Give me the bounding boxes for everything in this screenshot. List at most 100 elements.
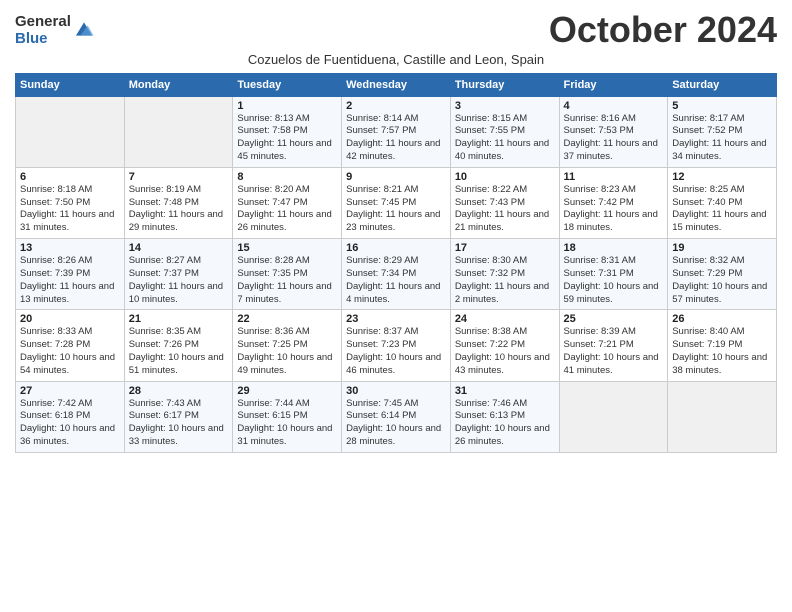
day-info: Sunrise: 8:20 AM Sunset: 7:47 PM Dayligh…	[237, 184, 337, 235]
day-info: Sunrise: 8:16 AM Sunset: 7:53 PM Dayligh…	[564, 113, 664, 164]
day-number: 26	[672, 313, 772, 325]
subtitle: Cozuelos de Fuentiduena, Castille and Le…	[15, 52, 777, 67]
col-wednesday: Wednesday	[342, 73, 451, 96]
logo-blue: Blue	[15, 31, 71, 48]
day-number: 11	[564, 171, 664, 183]
calendar-cell: 31Sunrise: 7:46 AM Sunset: 6:13 PM Dayli…	[450, 381, 559, 452]
calendar-cell: 7Sunrise: 8:19 AM Sunset: 7:48 PM Daylig…	[124, 167, 233, 238]
calendar-cell: 21Sunrise: 8:35 AM Sunset: 7:26 PM Dayli…	[124, 310, 233, 381]
calendar-cell: 15Sunrise: 8:28 AM Sunset: 7:35 PM Dayli…	[233, 239, 342, 310]
day-number: 15	[237, 242, 337, 254]
calendar-week-row: 1Sunrise: 8:13 AM Sunset: 7:58 PM Daylig…	[16, 96, 777, 167]
col-saturday: Saturday	[668, 73, 777, 96]
day-number: 10	[455, 171, 555, 183]
day-info: Sunrise: 8:27 AM Sunset: 7:37 PM Dayligh…	[129, 255, 229, 306]
day-number: 6	[20, 171, 120, 183]
calendar-cell	[16, 96, 125, 167]
calendar-cell: 4Sunrise: 8:16 AM Sunset: 7:53 PM Daylig…	[559, 96, 668, 167]
day-number: 4	[564, 100, 664, 112]
col-sunday: Sunday	[16, 73, 125, 96]
day-number: 17	[455, 242, 555, 254]
calendar-cell: 3Sunrise: 8:15 AM Sunset: 7:55 PM Daylig…	[450, 96, 559, 167]
calendar-cell: 25Sunrise: 8:39 AM Sunset: 7:21 PM Dayli…	[559, 310, 668, 381]
calendar-week-row: 6Sunrise: 8:18 AM Sunset: 7:50 PM Daylig…	[16, 167, 777, 238]
page: General Blue October 2024 Cozuelos de Fu…	[0, 0, 792, 612]
day-number: 29	[237, 385, 337, 397]
calendar-cell: 13Sunrise: 8:26 AM Sunset: 7:39 PM Dayli…	[16, 239, 125, 310]
calendar-cell: 22Sunrise: 8:36 AM Sunset: 7:25 PM Dayli…	[233, 310, 342, 381]
calendar-cell: 11Sunrise: 8:23 AM Sunset: 7:42 PM Dayli…	[559, 167, 668, 238]
day-info: Sunrise: 8:17 AM Sunset: 7:52 PM Dayligh…	[672, 113, 772, 164]
day-info: Sunrise: 8:13 AM Sunset: 7:58 PM Dayligh…	[237, 113, 337, 164]
calendar-cell: 23Sunrise: 8:37 AM Sunset: 7:23 PM Dayli…	[342, 310, 451, 381]
day-number: 21	[129, 313, 229, 325]
calendar-cell	[559, 381, 668, 452]
logo: General Blue	[15, 14, 95, 47]
day-number: 9	[346, 171, 446, 183]
day-info: Sunrise: 8:36 AM Sunset: 7:25 PM Dayligh…	[237, 326, 337, 377]
calendar-week-row: 13Sunrise: 8:26 AM Sunset: 7:39 PM Dayli…	[16, 239, 777, 310]
calendar-table: Sunday Monday Tuesday Wednesday Thursday…	[15, 73, 777, 453]
day-number: 3	[455, 100, 555, 112]
logo-general: General	[15, 14, 71, 31]
day-number: 23	[346, 313, 446, 325]
month-title: October 2024	[549, 10, 777, 50]
calendar-cell: 18Sunrise: 8:31 AM Sunset: 7:31 PM Dayli…	[559, 239, 668, 310]
calendar-cell: 1Sunrise: 8:13 AM Sunset: 7:58 PM Daylig…	[233, 96, 342, 167]
calendar-cell: 8Sunrise: 8:20 AM Sunset: 7:47 PM Daylig…	[233, 167, 342, 238]
day-number: 24	[455, 313, 555, 325]
calendar-cell: 6Sunrise: 8:18 AM Sunset: 7:50 PM Daylig…	[16, 167, 125, 238]
day-number: 7	[129, 171, 229, 183]
calendar-cell: 5Sunrise: 8:17 AM Sunset: 7:52 PM Daylig…	[668, 96, 777, 167]
day-number: 16	[346, 242, 446, 254]
day-info: Sunrise: 8:26 AM Sunset: 7:39 PM Dayligh…	[20, 255, 120, 306]
day-number: 5	[672, 100, 772, 112]
day-info: Sunrise: 8:21 AM Sunset: 7:45 PM Dayligh…	[346, 184, 446, 235]
day-info: Sunrise: 7:44 AM Sunset: 6:15 PM Dayligh…	[237, 398, 337, 449]
calendar-cell: 20Sunrise: 8:33 AM Sunset: 7:28 PM Dayli…	[16, 310, 125, 381]
calendar-cell: 9Sunrise: 8:21 AM Sunset: 7:45 PM Daylig…	[342, 167, 451, 238]
day-info: Sunrise: 8:39 AM Sunset: 7:21 PM Dayligh…	[564, 326, 664, 377]
day-info: Sunrise: 8:23 AM Sunset: 7:42 PM Dayligh…	[564, 184, 664, 235]
day-number: 30	[346, 385, 446, 397]
day-info: Sunrise: 8:28 AM Sunset: 7:35 PM Dayligh…	[237, 255, 337, 306]
day-info: Sunrise: 7:43 AM Sunset: 6:17 PM Dayligh…	[129, 398, 229, 449]
calendar-cell: 28Sunrise: 7:43 AM Sunset: 6:17 PM Dayli…	[124, 381, 233, 452]
logo-icon	[73, 18, 95, 40]
day-info: Sunrise: 8:18 AM Sunset: 7:50 PM Dayligh…	[20, 184, 120, 235]
calendar-week-row: 27Sunrise: 7:42 AM Sunset: 6:18 PM Dayli…	[16, 381, 777, 452]
day-number: 31	[455, 385, 555, 397]
day-info: Sunrise: 8:38 AM Sunset: 7:22 PM Dayligh…	[455, 326, 555, 377]
day-number: 25	[564, 313, 664, 325]
day-info: Sunrise: 8:32 AM Sunset: 7:29 PM Dayligh…	[672, 255, 772, 306]
day-number: 22	[237, 313, 337, 325]
day-info: Sunrise: 8:14 AM Sunset: 7:57 PM Dayligh…	[346, 113, 446, 164]
day-info: Sunrise: 7:46 AM Sunset: 6:13 PM Dayligh…	[455, 398, 555, 449]
col-monday: Monday	[124, 73, 233, 96]
day-info: Sunrise: 7:45 AM Sunset: 6:14 PM Dayligh…	[346, 398, 446, 449]
calendar-cell: 14Sunrise: 8:27 AM Sunset: 7:37 PM Dayli…	[124, 239, 233, 310]
calendar-cell: 2Sunrise: 8:14 AM Sunset: 7:57 PM Daylig…	[342, 96, 451, 167]
calendar-cell: 26Sunrise: 8:40 AM Sunset: 7:19 PM Dayli…	[668, 310, 777, 381]
day-info: Sunrise: 8:25 AM Sunset: 7:40 PM Dayligh…	[672, 184, 772, 235]
calendar-cell: 12Sunrise: 8:25 AM Sunset: 7:40 PM Dayli…	[668, 167, 777, 238]
day-number: 20	[20, 313, 120, 325]
day-number: 27	[20, 385, 120, 397]
calendar-week-row: 20Sunrise: 8:33 AM Sunset: 7:28 PM Dayli…	[16, 310, 777, 381]
calendar-cell: 30Sunrise: 7:45 AM Sunset: 6:14 PM Dayli…	[342, 381, 451, 452]
logo-text: General Blue	[15, 14, 71, 47]
calendar-cell: 27Sunrise: 7:42 AM Sunset: 6:18 PM Dayli…	[16, 381, 125, 452]
calendar-header-row: Sunday Monday Tuesday Wednesday Thursday…	[16, 73, 777, 96]
day-number: 2	[346, 100, 446, 112]
col-thursday: Thursday	[450, 73, 559, 96]
day-info: Sunrise: 8:40 AM Sunset: 7:19 PM Dayligh…	[672, 326, 772, 377]
day-info: Sunrise: 8:29 AM Sunset: 7:34 PM Dayligh…	[346, 255, 446, 306]
day-info: Sunrise: 8:35 AM Sunset: 7:26 PM Dayligh…	[129, 326, 229, 377]
day-number: 12	[672, 171, 772, 183]
calendar-cell: 29Sunrise: 7:44 AM Sunset: 6:15 PM Dayli…	[233, 381, 342, 452]
day-info: Sunrise: 8:30 AM Sunset: 7:32 PM Dayligh…	[455, 255, 555, 306]
day-info: Sunrise: 8:33 AM Sunset: 7:28 PM Dayligh…	[20, 326, 120, 377]
day-number: 28	[129, 385, 229, 397]
calendar-cell: 10Sunrise: 8:22 AM Sunset: 7:43 PM Dayli…	[450, 167, 559, 238]
day-number: 19	[672, 242, 772, 254]
